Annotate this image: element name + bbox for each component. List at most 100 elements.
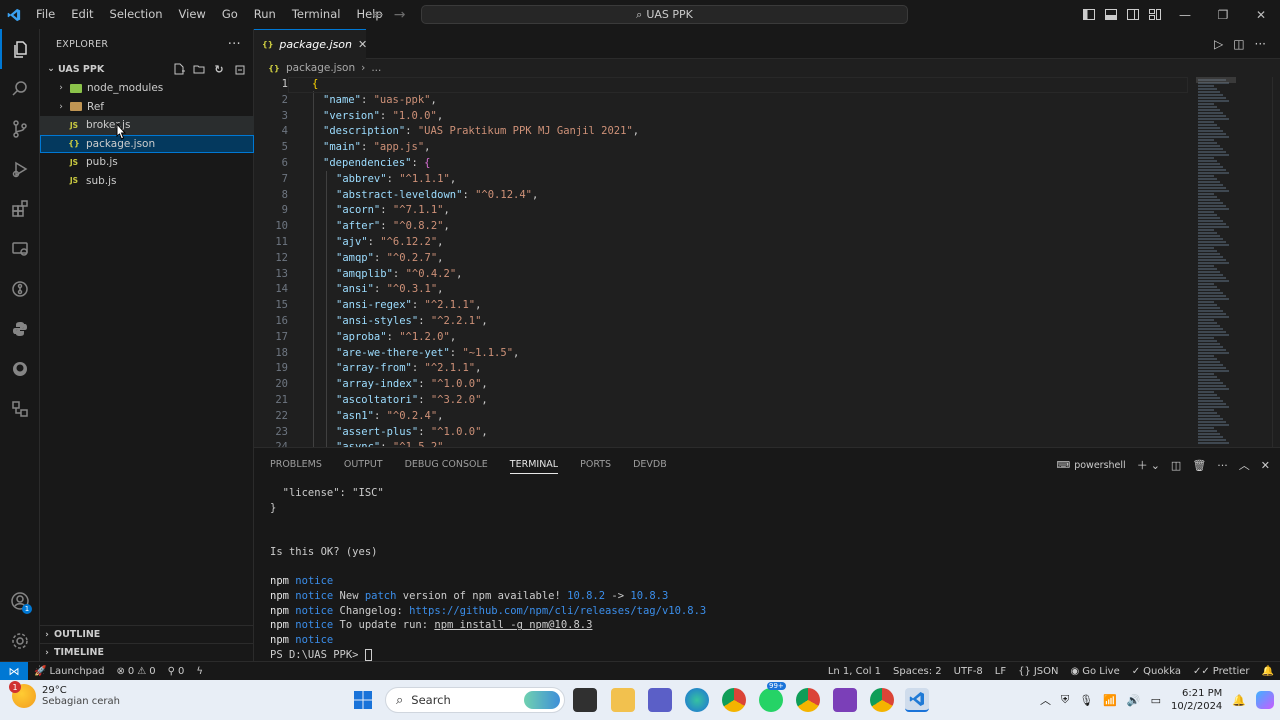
notification-bell-icon[interactable]: 🔔 [1232, 694, 1246, 707]
breadcrumb-more[interactable]: ... [371, 62, 381, 74]
bell-icon[interactable]: 🔔 [1256, 666, 1280, 677]
task-view-icon[interactable] [573, 688, 597, 712]
terminal-profile[interactable]: ⌨ powershell [1057, 460, 1126, 471]
teams-icon[interactable] [648, 688, 672, 712]
lightning-icon[interactable]: ϟ [190, 666, 209, 677]
chrome-profile-icon[interactable] [796, 688, 820, 712]
file-explorer-icon[interactable] [611, 688, 635, 712]
back-arrow-icon[interactable]: ← [372, 7, 384, 23]
tree-folder-node-modules[interactable]: › node_modules [40, 79, 254, 98]
minimize-icon[interactable]: — [1166, 0, 1204, 29]
whatsapp-icon[interactable]: 99+ [759, 682, 786, 712]
tab-output[interactable]: OUTPUT [344, 459, 383, 470]
more-actions-icon[interactable]: ··· [1255, 37, 1266, 51]
code-editor[interactable]: 1{2 "name": "uas-ppk", 3 "version": "1.0.0"… [254, 77, 1280, 447]
menu-go[interactable]: Go [214, 0, 246, 29]
account-icon[interactable]: 1 [0, 581, 40, 621]
prettier[interactable]: ✓✓ Prettier [1187, 666, 1256, 677]
refresh-icon[interactable]: ↻ [211, 61, 227, 77]
volume-icon[interactable]: 🔊 [1127, 694, 1141, 707]
edge-icon[interactable] [685, 688, 709, 712]
breadcrumb-file[interactable]: package.json [286, 62, 355, 74]
tab-debug-console[interactable]: DEBUG CONSOLE [405, 459, 488, 470]
run-debug-icon[interactable] [0, 149, 40, 189]
toggle-secondary-sidebar-icon[interactable] [1122, 0, 1144, 29]
source-control-icon[interactable] [0, 109, 40, 149]
toggle-panel-icon[interactable] [1100, 0, 1122, 29]
wifi-icon[interactable]: 📶 [1103, 694, 1117, 707]
terminal-output[interactable]: "license": "ISC" } Is this OK? (yes) npm… [270, 486, 706, 662]
split-editor-icon[interactable]: ◫ [1233, 37, 1244, 51]
remote-explorer-icon[interactable] [0, 229, 40, 269]
remote-indicator-icon[interactable]: ⋈ [0, 661, 28, 681]
menu-run[interactable]: Run [246, 0, 284, 29]
go-live[interactable]: ◉ Go Live [1065, 666, 1126, 677]
database-icon[interactable] [0, 389, 40, 429]
settings-gear-icon[interactable] [0, 621, 40, 661]
tree-file-sub[interactable]: JS sub.js [40, 172, 254, 191]
gitlens-icon[interactable] [0, 269, 40, 309]
restore-icon[interactable]: ❐ [1204, 0, 1242, 29]
more-actions-icon[interactable]: ··· [228, 37, 241, 52]
encoding[interactable]: UTF-8 [948, 666, 989, 677]
security-icon[interactable]: ⛨ [1061, 693, 1069, 707]
chrome-app-icon[interactable] [870, 688, 894, 712]
vscode-taskbar-icon[interactable] [905, 688, 929, 712]
editor-scrollbar[interactable] [1272, 77, 1280, 447]
new-file-icon[interactable] [171, 61, 187, 77]
taskbar-search[interactable]: ⌕ Search [385, 687, 565, 713]
split-terminal-icon[interactable]: ◫ [1171, 459, 1181, 472]
problems-status[interactable]: ⊗ 0 ⚠ 0 [111, 666, 162, 677]
menu-edit[interactable]: Edit [63, 0, 101, 29]
chevron-down-icon[interactable]: ⌄ [1151, 459, 1160, 472]
maximize-panel-icon[interactable]: ︿ [1239, 457, 1250, 473]
close-panel-icon[interactable]: ✕ [1261, 459, 1270, 472]
menu-selection[interactable]: Selection [102, 0, 171, 29]
toggle-sidebar-icon[interactable] [1078, 0, 1100, 29]
tab-terminal[interactable]: TERMINAL [509, 459, 559, 474]
tab-devdb[interactable]: DEVDB [633, 459, 667, 470]
collapse-all-icon[interactable] [231, 61, 247, 77]
tree-file-package-json[interactable]: {} package.json [40, 134, 254, 153]
quokka[interactable]: ✓ Quokka [1126, 666, 1187, 677]
minimap-viewport[interactable] [1196, 77, 1236, 83]
menu-terminal[interactable]: Terminal [284, 0, 349, 29]
tree-file-pub[interactable]: JS pub.js [40, 153, 254, 172]
github-icon[interactable] [0, 349, 40, 389]
launchpad-item[interactable]: 🚀 Launchpad [28, 666, 111, 677]
trash-icon[interactable]: 🗑 [1192, 459, 1206, 472]
more-actions-icon[interactable]: ··· [1217, 459, 1228, 472]
changelog-link[interactable]: https://github.com/npm/cli/releases/tag/… [409, 605, 706, 617]
media-app-icon[interactable] [833, 688, 857, 712]
tab-package-json[interactable]: {} package.json ✕ [254, 29, 367, 59]
outline-section[interactable]: › OUTLINE [40, 625, 254, 643]
windows-start-icon[interactable] [351, 688, 375, 712]
end-of-line[interactable]: LF [989, 666, 1012, 677]
minimap[interactable] [1196, 77, 1280, 447]
close-tab-icon[interactable]: ✕ [358, 38, 367, 51]
weather-widget[interactable]: 1 29°C Sebagian cerah [9, 681, 120, 708]
close-window-icon[interactable]: ✕ [1242, 0, 1280, 29]
chevron-up-icon[interactable]: ︿ [1040, 692, 1051, 708]
search-icon[interactable] [0, 69, 40, 109]
extensions-icon[interactable] [0, 189, 40, 229]
run-icon[interactable]: ▷ [1214, 37, 1223, 51]
workspace-folder[interactable]: ⌄ UAS PPK ↻ [40, 59, 253, 79]
microphone-icon[interactable]: 🎙 [1079, 694, 1093, 707]
customize-layout-icon[interactable] [1144, 0, 1166, 29]
forward-arrow-icon[interactable]: → [394, 7, 406, 23]
tree-file-broker[interactable]: JS broker.js [40, 116, 254, 135]
timeline-section[interactable]: › TIMELINE [40, 643, 254, 661]
tab-ports[interactable]: PORTS [580, 459, 611, 470]
explorer-icon[interactable] [0, 29, 40, 69]
clock[interactable]: 6:21 PM 10/2/2024 [1171, 687, 1222, 713]
menu-view[interactable]: View [171, 0, 214, 29]
copilot-icon[interactable] [1256, 691, 1274, 709]
new-terminal-icon[interactable]: ＋ [1137, 457, 1148, 473]
language-mode[interactable]: {} JSON [1012, 666, 1064, 677]
ports-status[interactable]: ⚲ 0 [162, 666, 191, 677]
indentation[interactable]: Spaces: 2 [887, 666, 948, 677]
cursor-position[interactable]: Ln 1, Col 1 [822, 666, 887, 677]
new-folder-icon[interactable] [191, 61, 207, 77]
battery-icon[interactable]: ▭ [1151, 694, 1161, 707]
